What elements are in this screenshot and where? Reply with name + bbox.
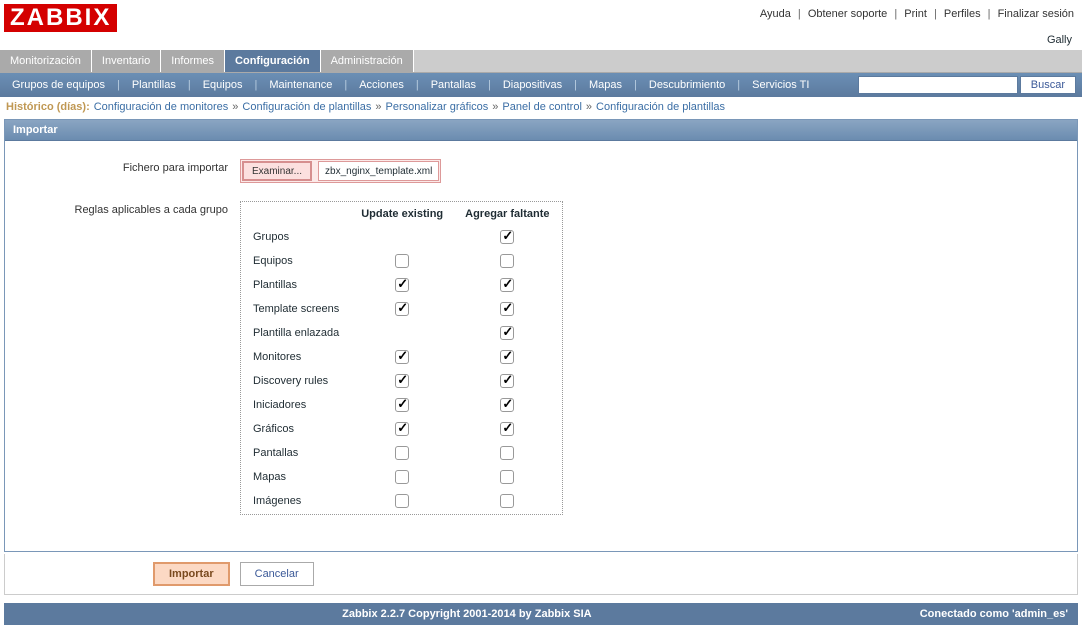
subtab-actions[interactable]: Acciones <box>353 75 410 95</box>
support-link[interactable]: Obtener soporte <box>808 8 888 20</box>
panel-title: Importar <box>5 120 1077 141</box>
rule-label: Plantillas <box>243 274 349 296</box>
add-checkbox[interactable] <box>500 494 514 508</box>
add-checkbox[interactable] <box>500 230 514 244</box>
rules-table: Update existing Agregar faltante GruposE… <box>240 201 563 515</box>
add-checkbox[interactable] <box>500 422 514 436</box>
subtab-templates[interactable]: Plantillas <box>126 75 182 95</box>
update-checkbox[interactable] <box>395 422 409 436</box>
search-button[interactable]: Buscar <box>1020 76 1076 94</box>
import-panel: Importar Fichero para importar Examinar.… <box>4 119 1078 552</box>
rule-label: Imágenes <box>243 490 349 512</box>
table-row: Discovery rules <box>243 370 560 392</box>
table-row: Imágenes <box>243 490 560 512</box>
logout-link[interactable]: Finalizar sesión <box>998 8 1074 20</box>
table-row: Pantallas <box>243 442 560 464</box>
subtab-screens[interactable]: Pantallas <box>425 75 482 95</box>
col-update: Update existing <box>351 204 453 224</box>
add-checkbox[interactable] <box>500 254 514 268</box>
subtab-hostgroups[interactable]: Grupos de equipos <box>6 75 111 95</box>
add-checkbox[interactable] <box>500 350 514 364</box>
rule-label: Plantilla enlazada <box>243 322 349 344</box>
table-row: Equipos <box>243 250 560 272</box>
file-label: Fichero para importar <box>45 159 240 174</box>
tab-monitoring[interactable]: Monitorización <box>0 50 92 72</box>
add-checkbox[interactable] <box>500 398 514 412</box>
bc-4[interactable]: Panel de control <box>502 101 582 113</box>
rule-label: Discovery rules <box>243 370 349 392</box>
update-checkbox[interactable] <box>395 278 409 292</box>
table-row: Template screens <box>243 298 560 320</box>
rules-label: Reglas aplicables a cada grupo <box>45 201 240 216</box>
logo[interactable]: ZABBIX <box>4 4 117 32</box>
rule-label: Template screens <box>243 298 349 320</box>
update-checkbox[interactable] <box>395 254 409 268</box>
cancel-button[interactable]: Cancelar <box>240 562 314 586</box>
rule-label: Equipos <box>243 250 349 272</box>
print-link[interactable]: Print <box>904 8 927 20</box>
bc-1[interactable]: Configuración de monitores <box>94 101 229 113</box>
rule-label: Gráficos <box>243 418 349 440</box>
username-label: Gally <box>0 32 1082 50</box>
table-row: Plantilla enlazada <box>243 322 560 344</box>
table-row: Grupos <box>243 226 560 248</box>
update-checkbox[interactable] <box>395 350 409 364</box>
subtab-maintenance[interactable]: Maintenance <box>263 75 338 95</box>
main-tabs: Monitorización Inventario Informes Confi… <box>0 50 1082 73</box>
subtab-it[interactable]: Servicios TI <box>746 75 815 95</box>
footer: Zabbix 2.2.7 Copyright 2001-2014 by Zabb… <box>4 603 1078 625</box>
add-checkbox[interactable] <box>500 278 514 292</box>
col-add: Agregar faltante <box>455 204 559 224</box>
update-checkbox[interactable] <box>395 398 409 412</box>
update-checkbox[interactable] <box>395 470 409 484</box>
bc-3[interactable]: Personalizar gráficos <box>386 101 489 113</box>
profile-link[interactable]: Perfiles <box>944 8 981 20</box>
add-checkbox[interactable] <box>500 374 514 388</box>
bc-2[interactable]: Configuración de plantillas <box>242 101 371 113</box>
action-row: Importar Cancelar <box>4 554 1078 595</box>
filename-label: zbx_nginx_template.xml <box>318 161 439 181</box>
table-row: Iniciadores <box>243 394 560 416</box>
table-row: Gráficos <box>243 418 560 440</box>
sub-tabs: Grupos de equipos| Plantillas| Equipos| … <box>0 73 1082 97</box>
update-checkbox[interactable] <box>395 494 409 508</box>
rule-label: Monitores <box>243 346 349 368</box>
top-links: Ayuda | Obtener soporte | Print | Perfil… <box>760 4 1074 20</box>
rule-label: Grupos <box>243 226 349 248</box>
add-checkbox[interactable] <box>500 326 514 340</box>
subtab-maps[interactable]: Mapas <box>583 75 628 95</box>
subtab-hosts[interactable]: Equipos <box>197 75 249 95</box>
search-input[interactable] <box>858 76 1018 94</box>
add-checkbox[interactable] <box>500 470 514 484</box>
add-checkbox[interactable] <box>500 446 514 460</box>
bc-5[interactable]: Configuración de plantillas <box>596 101 725 113</box>
add-checkbox[interactable] <box>500 302 514 316</box>
rule-label: Mapas <box>243 466 349 488</box>
history-label: Histórico (días): <box>6 101 90 113</box>
table-row: Monitores <box>243 346 560 368</box>
import-button[interactable]: Importar <box>153 562 230 586</box>
table-row: Plantillas <box>243 274 560 296</box>
subtab-discovery[interactable]: Descubrimiento <box>643 75 731 95</box>
tab-inventory[interactable]: Inventario <box>92 50 161 72</box>
browse-button[interactable]: Examinar... <box>242 161 312 181</box>
rule-label: Pantallas <box>243 442 349 464</box>
help-link[interactable]: Ayuda <box>760 8 791 20</box>
subtab-slides[interactable]: Diapositivas <box>497 75 568 95</box>
tab-configuration[interactable]: Configuración <box>225 50 321 72</box>
footer-right: Conectado como 'admin_es' <box>920 608 1068 620</box>
table-row: Mapas <box>243 466 560 488</box>
update-checkbox[interactable] <box>395 446 409 460</box>
tab-administration[interactable]: Administración <box>321 50 414 72</box>
update-checkbox[interactable] <box>395 374 409 388</box>
update-checkbox[interactable] <box>395 302 409 316</box>
footer-left: Zabbix 2.2.7 Copyright 2001-2014 by Zabb… <box>14 608 920 620</box>
rule-label: Iniciadores <box>243 394 349 416</box>
tab-reports[interactable]: Informes <box>161 50 225 72</box>
breadcrumb: Histórico (días): Configuración de monit… <box>0 97 1082 117</box>
